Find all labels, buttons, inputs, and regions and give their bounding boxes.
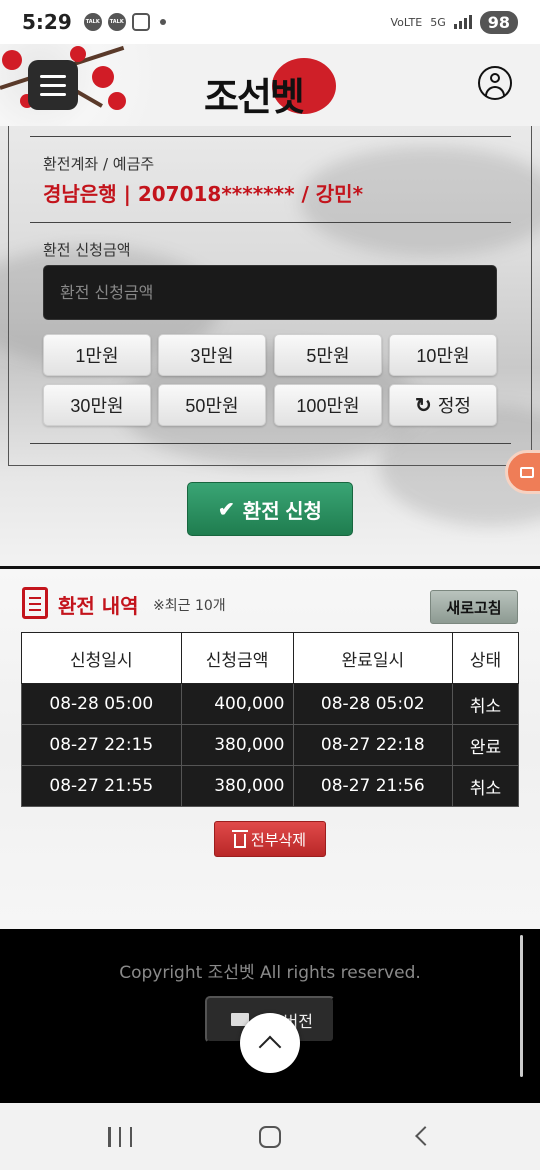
divider-2 [30, 222, 511, 223]
more-notifications-icon [159, 19, 166, 25]
copyright-text: Copyright 조선벳 All rights reserved. [119, 963, 421, 983]
amount-button-30k[interactable]: 3만원 [158, 334, 266, 376]
request-time-cell: 08-27 22:15 [21, 724, 182, 766]
history-table: 신청일시 신청금액 완료일시 상태 08-28 05:00 400,000 08… [21, 632, 519, 807]
screenshot-icon [131, 13, 150, 31]
recent-apps-button[interactable] [108, 1127, 132, 1147]
amount-button-1m[interactable]: 100만원 [274, 384, 382, 426]
table-row: 08-27 21:55 380,000 08-27 21:56 취소 [21, 765, 519, 807]
blossom-decoration [2, 50, 22, 70]
amount-button-300k[interactable]: 30만원 [43, 384, 151, 426]
amount-cell: 400,000 [180, 683, 294, 725]
document-list-icon [22, 587, 48, 619]
blossom-decoration-3 [92, 66, 114, 88]
delete-all-button[interactable]: 전부삭제 [214, 821, 326, 857]
system-nav-bar [0, 1103, 540, 1170]
amount-button-50k[interactable]: 5만원 [274, 334, 382, 376]
talk-notification-icon: TALK [83, 13, 102, 31]
logo-text: 조선벳 [204, 74, 305, 119]
signal-icon [453, 15, 472, 29]
user-icon [490, 73, 500, 83]
table-header-row: 신청일시 신청금액 완료일시 상태 [21, 632, 519, 684]
home-button[interactable] [259, 1126, 281, 1148]
history-title: 환전 내역 [58, 594, 139, 618]
amount-input[interactable] [43, 265, 497, 320]
reset-label: 정정 [437, 396, 471, 416]
complete-time-cell: 08-27 21:56 [292, 765, 454, 807]
status-cell: 완료 [452, 724, 519, 766]
status-cell: 취소 [452, 765, 519, 807]
back-button[interactable] [415, 1126, 435, 1146]
volte-indicator: VoLTE [390, 15, 423, 29]
check-icon: ✔ [218, 498, 235, 521]
column-header-complete-time: 완료일시 [292, 632, 454, 684]
scroll-to-top-button[interactable] [240, 1013, 300, 1073]
complete-time-cell: 08-27 22:18 [292, 724, 454, 766]
request-time-cell: 08-28 05:00 [21, 683, 182, 725]
account-label: 환전계좌 / 예금주 [43, 155, 155, 173]
site-header: 조선벳 [0, 44, 540, 126]
column-header-status: 상태 [452, 632, 519, 684]
trash-icon [231, 829, 248, 848]
blossom-decoration-4 [108, 92, 126, 110]
video-camera-icon [520, 467, 534, 478]
amount-button-100k[interactable]: 10만원 [389, 334, 497, 376]
divider-3 [30, 443, 511, 444]
exchange-submit-button[interactable]: ✔ 환전 신청 [187, 482, 353, 536]
status-cell: 취소 [452, 683, 519, 725]
amount-label: 환전 신청금액 [43, 241, 131, 259]
table-row: 08-27 22:15 380,000 08-27 22:18 완료 [21, 724, 519, 766]
history-note: ※최근 10개 [153, 598, 226, 614]
refresh-button[interactable]: 새로고침 [430, 590, 518, 624]
amount-button-500k[interactable]: 50만원 [158, 384, 266, 426]
hamburger-icon [40, 74, 66, 78]
site-logo[interactable]: 조선벳 [204, 58, 344, 119]
status-time: 5:29 [22, 10, 72, 34]
reset-amount-button[interactable]: ↻ 정정 [389, 384, 497, 426]
submit-label: 환전 신청 [242, 500, 322, 523]
divider [30, 136, 511, 137]
delete-all-label: 전부삭제 [250, 831, 307, 849]
talk-notification-icon-2: TALK [107, 13, 126, 31]
column-header-request-time: 신청일시 [21, 632, 182, 684]
column-header-amount: 신청금액 [180, 632, 294, 684]
user-profile-button[interactable] [478, 66, 512, 100]
amount-button-10k[interactable]: 1만원 [43, 334, 151, 376]
reset-icon: ↻ [415, 394, 432, 417]
account-value: 경남은행 | 207018******* / 강민* [43, 182, 364, 206]
menu-button[interactable] [28, 60, 78, 110]
scrollbar[interactable] [520, 935, 523, 1077]
table-row: 08-28 05:00 400,000 08-28 05:02 취소 [21, 683, 519, 725]
status-bar: 5:29 TALK TALK VoLTE 5G 98 [0, 0, 540, 44]
complete-time-cell: 08-28 05:02 [292, 683, 454, 725]
network-indicator: 5G [430, 15, 446, 29]
request-time-cell: 08-27 21:55 [21, 765, 182, 807]
amount-cell: 380,000 [180, 765, 294, 807]
blossom-decoration-2 [70, 46, 86, 62]
battery-indicator: 98 [479, 10, 518, 34]
chevron-up-icon [258, 1035, 282, 1059]
amount-cell: 380,000 [180, 724, 294, 766]
